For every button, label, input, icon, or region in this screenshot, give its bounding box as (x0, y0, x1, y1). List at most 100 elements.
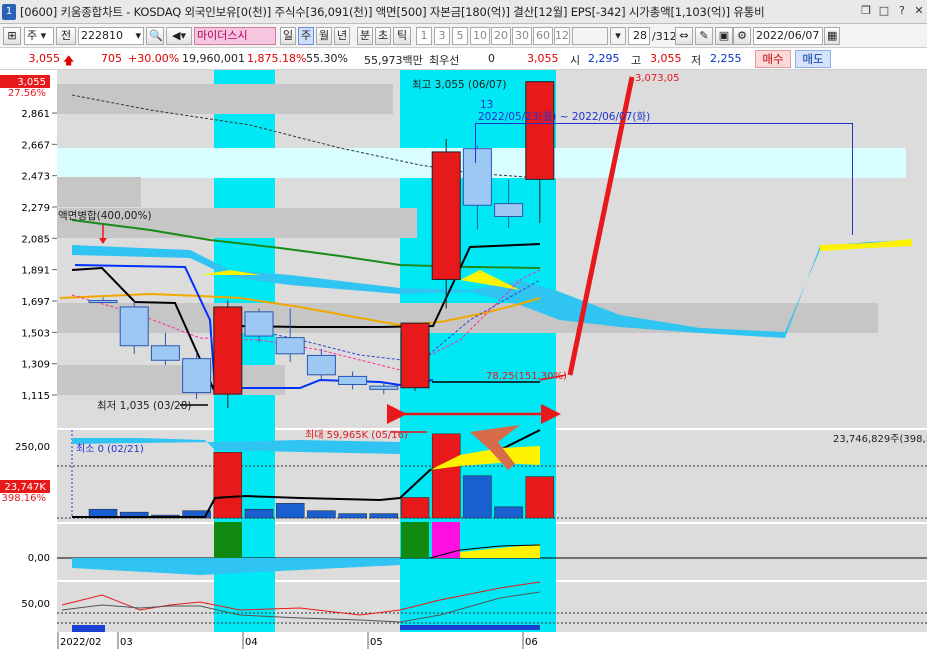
quote-open: 2,295 (588, 52, 620, 65)
osc-bar-magenta (432, 522, 460, 558)
window-title: [0600] 키움종합차트 - KOSDAQ 외국인보유[0(천)] 주식수[3… (20, 4, 765, 19)
tab-minute[interactable]: 분 (357, 27, 373, 45)
layout-icon[interactable]: ⊞ (3, 27, 21, 45)
period-select-label: 주 (27, 29, 38, 42)
price-tick-label: 1,309 (21, 360, 50, 371)
speaker-icon[interactable]: ◀▾ (166, 27, 192, 45)
quote-low: 2,255 (710, 52, 742, 65)
vol-current-pct: 398.16% (2, 493, 47, 504)
window-badge: 1 (2, 3, 16, 20)
zone-1 (57, 84, 393, 114)
annot-low: 최저 1,035 (03/28) (97, 400, 192, 412)
open-label: 시 (570, 54, 581, 67)
candle-body (275, 337, 305, 355)
up-arrow-icon: 🡅 (63, 54, 75, 67)
save-icon[interactable]: ▣ (715, 27, 733, 45)
quote-bar: 3,055 🡅 705 +30.00% 19,960,001 1,875.18%… (0, 48, 927, 70)
volume-bar (463, 475, 492, 519)
buy-button[interactable]: 매수 (755, 50, 791, 68)
tab-week[interactable]: 주 (298, 27, 314, 45)
candle-body (494, 203, 524, 218)
vol-current-label: 23,747K (4, 482, 46, 493)
close-icon[interactable]: ✕ (912, 4, 926, 18)
annot-count: 13 (480, 99, 493, 111)
zone-3 (57, 177, 141, 207)
draw-icon[interactable]: ✎ (695, 27, 713, 45)
num-1[interactable]: 1 (416, 27, 432, 45)
maximize-icon[interactable]: □ (877, 4, 891, 18)
num-20[interactable]: 20 (491, 27, 511, 45)
volume-bar (275, 503, 305, 519)
num-30[interactable]: 30 (512, 27, 532, 45)
tab-year[interactable]: 년 (334, 27, 350, 45)
num-60[interactable]: 60 (533, 27, 553, 45)
custom-input[interactable] (572, 27, 608, 45)
price-tick-label: 2,667 (21, 140, 50, 151)
candle-body (369, 385, 399, 390)
tab-second[interactable]: 초 (375, 27, 391, 45)
sell-button[interactable]: 매도 (795, 50, 831, 68)
window-titlebar: 1 [0600] 키움종합차트 - KOSDAQ 외국인보유[0(천)] 주식수… (0, 0, 927, 24)
restore-icon[interactable]: ❐ (859, 4, 873, 18)
osc-bar-green-1 (214, 522, 242, 558)
num-3[interactable]: 3 (434, 27, 450, 45)
volume-bar (400, 497, 430, 519)
quote-high: 3,055 (650, 52, 682, 65)
quote-volume: 19,960,001 (182, 52, 245, 65)
custom-dropdown[interactable]: ▾ (610, 27, 626, 45)
x-tick-label: 05 (370, 637, 383, 648)
num-5[interactable]: 5 (452, 27, 468, 45)
period-select[interactable]: 주 ▾ (24, 27, 54, 45)
volume-bar (494, 506, 523, 519)
quote-cur: 3,055 (527, 52, 559, 65)
count-total: /312 (652, 30, 677, 43)
candle-body (462, 148, 492, 206)
gear-icon[interactable]: ⚙ (733, 27, 751, 45)
annot-range: 2022/05/23(월) ~ 2022/06/07(화) (478, 111, 650, 123)
help-icon[interactable]: ? (895, 4, 909, 18)
x-tick-label: 2022/02 (60, 637, 102, 648)
indicator-button[interactable]: 마이더스시 (194, 27, 276, 45)
osc-tick-label: 0,00 (28, 553, 50, 564)
code-value: 222810 (81, 29, 123, 42)
num-120[interactable]: 120 (554, 27, 570, 45)
quote-price: 3,055 (28, 52, 61, 65)
range-line-top (475, 123, 853, 124)
candle-body (213, 306, 243, 395)
stoch-blue-1 (72, 625, 105, 632)
volume-bar (307, 510, 336, 519)
price-chart[interactable]: 최고 3,055 (06/07) 최저 1,035 (03/28) 액면병합(4… (0, 70, 927, 649)
tab-day[interactable]: 일 (280, 27, 296, 45)
vol-tick-label: 250,00 (15, 442, 50, 453)
count-input[interactable]: 28 (628, 27, 650, 45)
code-input[interactable]: 222810 ▾ (78, 27, 144, 45)
zone-6 (57, 365, 285, 395)
volume-bar (213, 452, 243, 519)
price-tick-label: 2,085 (21, 234, 50, 245)
candle-body (244, 311, 274, 337)
tab-tick[interactable]: 틱 (393, 27, 411, 45)
candle-body (306, 354, 336, 376)
quote-change-pct: +30.00% (128, 52, 180, 65)
price-tick-label: 1,115 (21, 391, 50, 402)
stoch-blue-2 (400, 625, 540, 630)
annot-level: 78,25(151,30%) (486, 371, 567, 382)
zoom-icon[interactable]: ⇔ (675, 27, 693, 45)
price-current-label: 3,055 (17, 77, 46, 88)
calendar-icon[interactable]: ▦ (824, 27, 840, 45)
prev-button[interactable]: 전 (56, 27, 76, 45)
candle-body (400, 322, 430, 389)
best-value: 0 (488, 52, 495, 65)
date-input[interactable]: 2022/06/07 (753, 27, 823, 45)
quote-change: 705 (101, 52, 122, 65)
annot-vol-right: 23,746,829주(398,1 (833, 434, 927, 445)
volume-bar (338, 513, 367, 519)
num-10[interactable]: 10 (470, 27, 490, 45)
volume-bar (525, 476, 555, 519)
price-tick-label: 2,473 (21, 172, 50, 183)
search-icon[interactable]: 🔍 (146, 27, 164, 45)
price-tick-label: 2,279 (21, 203, 50, 214)
price-tick-label: 1,891 (21, 266, 50, 277)
price-tick-label: 1,503 (21, 328, 50, 339)
tab-month[interactable]: 월 (316, 27, 332, 45)
